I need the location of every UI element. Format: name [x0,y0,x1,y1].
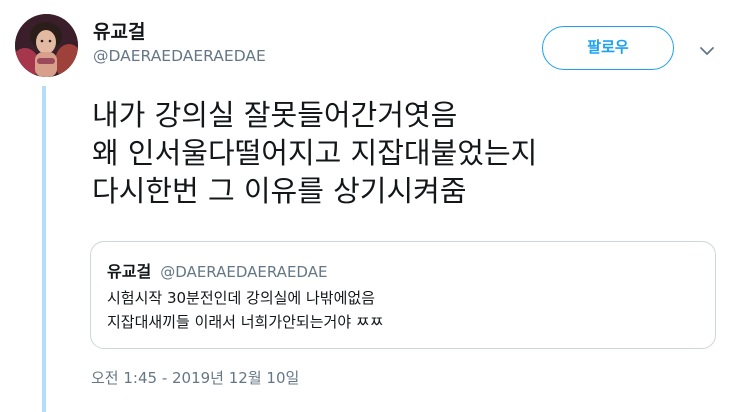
author-block[interactable]: 유교걸 @DAERAEDAERAEDAE [93,20,266,67]
avatar[interactable] [15,14,78,77]
quoted-tweet[interactable]: 유교걸 @DAERAEDAERAEDAE 시험시작 30분전인데 강의실에 나밖… [90,241,716,349]
chevron-down-icon[interactable] [696,40,718,62]
follow-button[interactable]: 팔로우 [542,26,674,70]
tweet-timestamp[interactable]: 오전 1:45 - 2019년 12월 10일 [91,367,299,388]
avatar-image [15,14,78,77]
quoted-tweet-text: 시험시작 30분전인데 강의실에 나밖에없음 지잡대새끼들 이래서 너희가안되는… [107,289,384,331]
author-display-name[interactable]: 유교걸 [93,20,266,44]
quoted-tweet-header: 유교걸 @DAERAEDAERAEDAE [107,258,327,282]
author-handle[interactable]: @DAERAEDAERAEDAE [93,45,266,67]
quoted-tweet-display-name: 유교걸 [107,262,152,281]
tweet-text: 내가 강의실 잘못들어간거엿음 왜 인서울다떨어지고 지잡대붙었는지 다시한번 … [92,98,538,208]
thread-line [42,86,46,412]
quoted-tweet-handle: @DAERAEDAERAEDAE [160,263,328,281]
